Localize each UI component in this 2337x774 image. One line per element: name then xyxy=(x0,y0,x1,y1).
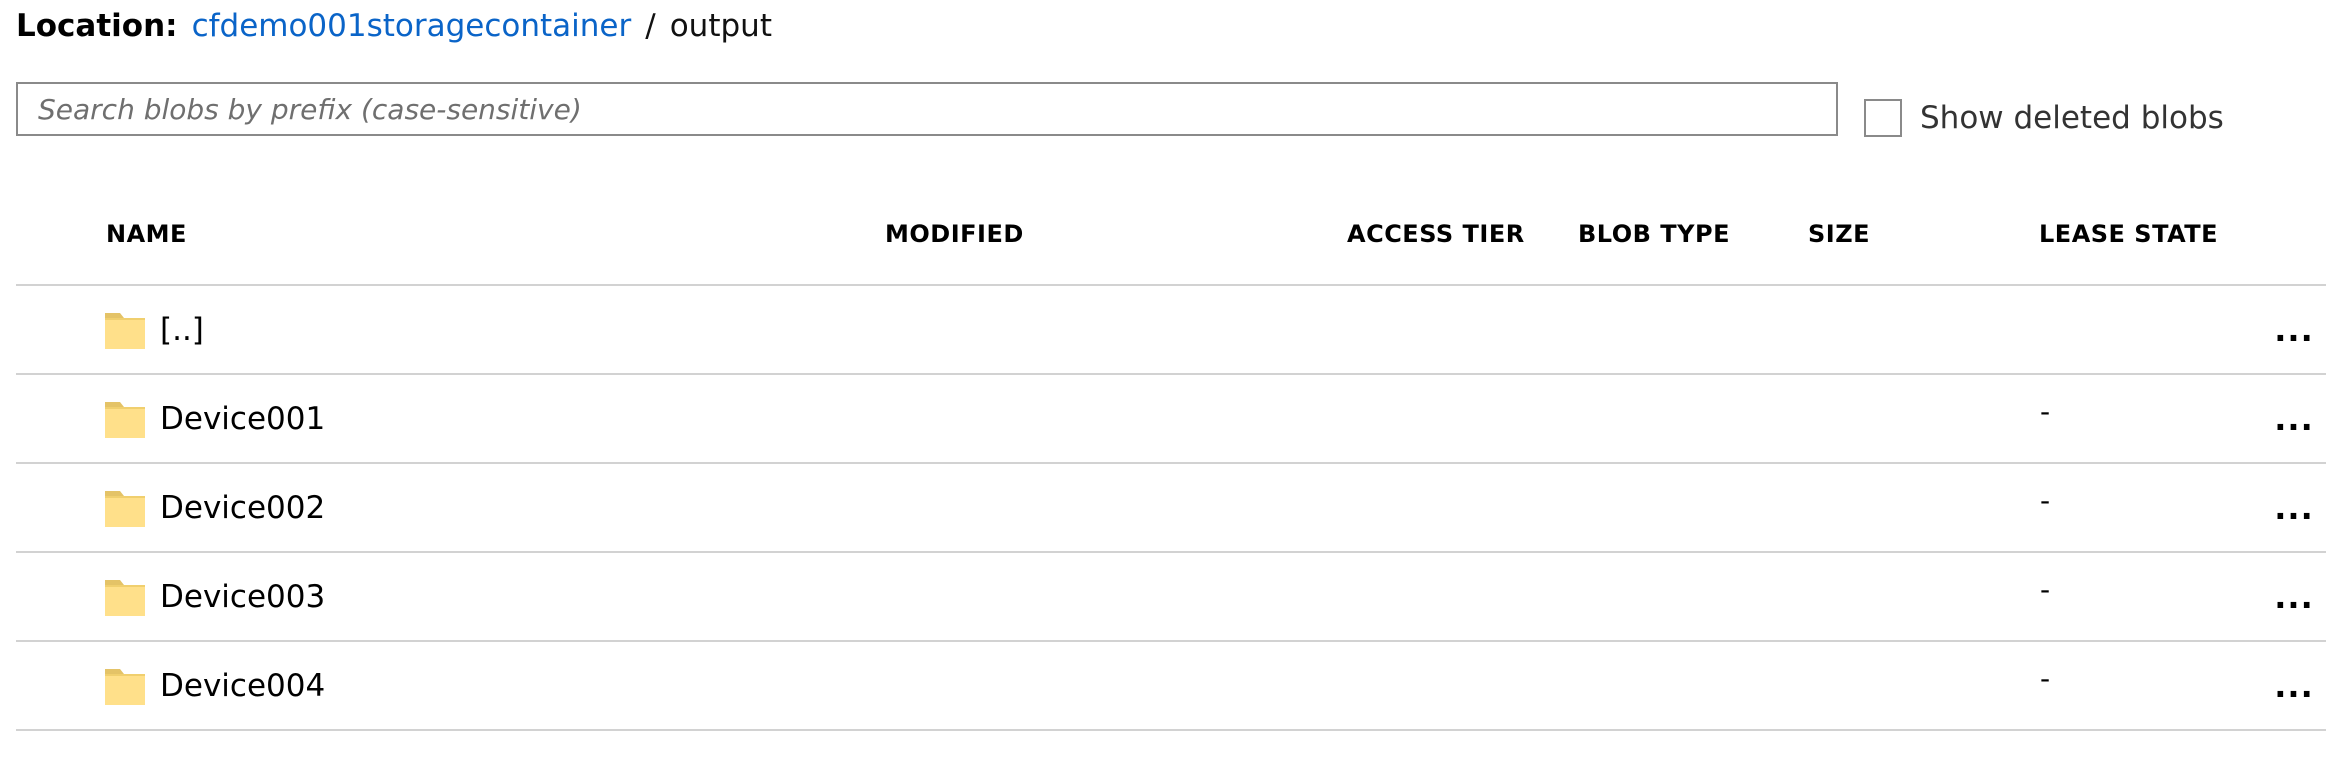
location-breadcrumb: Location: cfdemo001storagecontainer / ou… xyxy=(16,4,772,48)
folder-icon xyxy=(105,401,145,438)
row-lease-state: - xyxy=(2040,573,2051,606)
row-lease-state: - xyxy=(2040,662,2051,695)
more-options-button[interactable]: ... xyxy=(2272,664,2316,708)
column-header-modified[interactable]: MODIFIED xyxy=(885,220,1024,248)
table-row[interactable]: Device004 - ... xyxy=(16,642,2326,731)
search-input[interactable] xyxy=(16,82,1838,136)
location-label: Location: xyxy=(16,8,178,44)
more-options-button[interactable]: ... xyxy=(2272,397,2316,441)
row-name: Device004 xyxy=(160,667,326,704)
column-header-lease-state[interactable]: LEASE STATE xyxy=(2039,220,2218,248)
table-row[interactable]: Device001 - ... xyxy=(16,375,2326,464)
name-cell[interactable]: Device001 xyxy=(105,375,325,462)
name-cell[interactable]: Device004 xyxy=(105,642,325,729)
row-lease-state: - xyxy=(2040,395,2051,428)
column-header-blob-type[interactable]: BLOB TYPE xyxy=(1578,220,1730,248)
checkbox-box[interactable] xyxy=(1864,99,1902,137)
container-link[interactable]: cfdemo001storagecontainer xyxy=(192,8,632,44)
name-cell[interactable]: [..] xyxy=(105,286,204,373)
column-header-size[interactable]: SIZE xyxy=(1808,220,1870,248)
folder-icon xyxy=(105,579,145,616)
table-body: [..] ... Device001 - ... Device002 - ...… xyxy=(16,286,2326,731)
more-options-button[interactable]: ... xyxy=(2272,308,2316,352)
row-name: Device002 xyxy=(160,489,326,526)
table-header: NAME MODIFIED ACCESS TIER BLOB TYPE SIZE… xyxy=(16,200,2326,286)
table-row[interactable]: Device003 - ... xyxy=(16,553,2326,642)
name-cell[interactable]: Device003 xyxy=(105,553,325,640)
more-options-button[interactable]: ... xyxy=(2272,486,2316,530)
more-options-button[interactable]: ... xyxy=(2272,575,2316,619)
row-name: Device001 xyxy=(160,400,326,437)
breadcrumb-separator: / xyxy=(645,8,656,44)
blob-table: NAME MODIFIED ACCESS TIER BLOB TYPE SIZE… xyxy=(16,200,2326,731)
show-deleted-label: Show deleted blobs xyxy=(1920,100,2224,136)
column-header-name[interactable]: NAME xyxy=(106,220,187,248)
table-row[interactable]: Device002 - ... xyxy=(16,464,2326,553)
column-header-access-tier[interactable]: ACCESS TIER xyxy=(1347,220,1525,248)
table-row[interactable]: [..] ... xyxy=(16,286,2326,375)
folder-icon xyxy=(105,668,145,705)
name-cell[interactable]: Device002 xyxy=(105,464,325,551)
row-name: Device003 xyxy=(160,578,326,615)
folder-icon xyxy=(105,490,145,527)
current-folder: output xyxy=(669,8,772,44)
row-name: [..] xyxy=(160,311,204,348)
folder-icon xyxy=(105,312,145,349)
show-deleted-checkbox[interactable]: Show deleted blobs xyxy=(1864,96,2224,140)
row-lease-state: - xyxy=(2040,484,2051,517)
